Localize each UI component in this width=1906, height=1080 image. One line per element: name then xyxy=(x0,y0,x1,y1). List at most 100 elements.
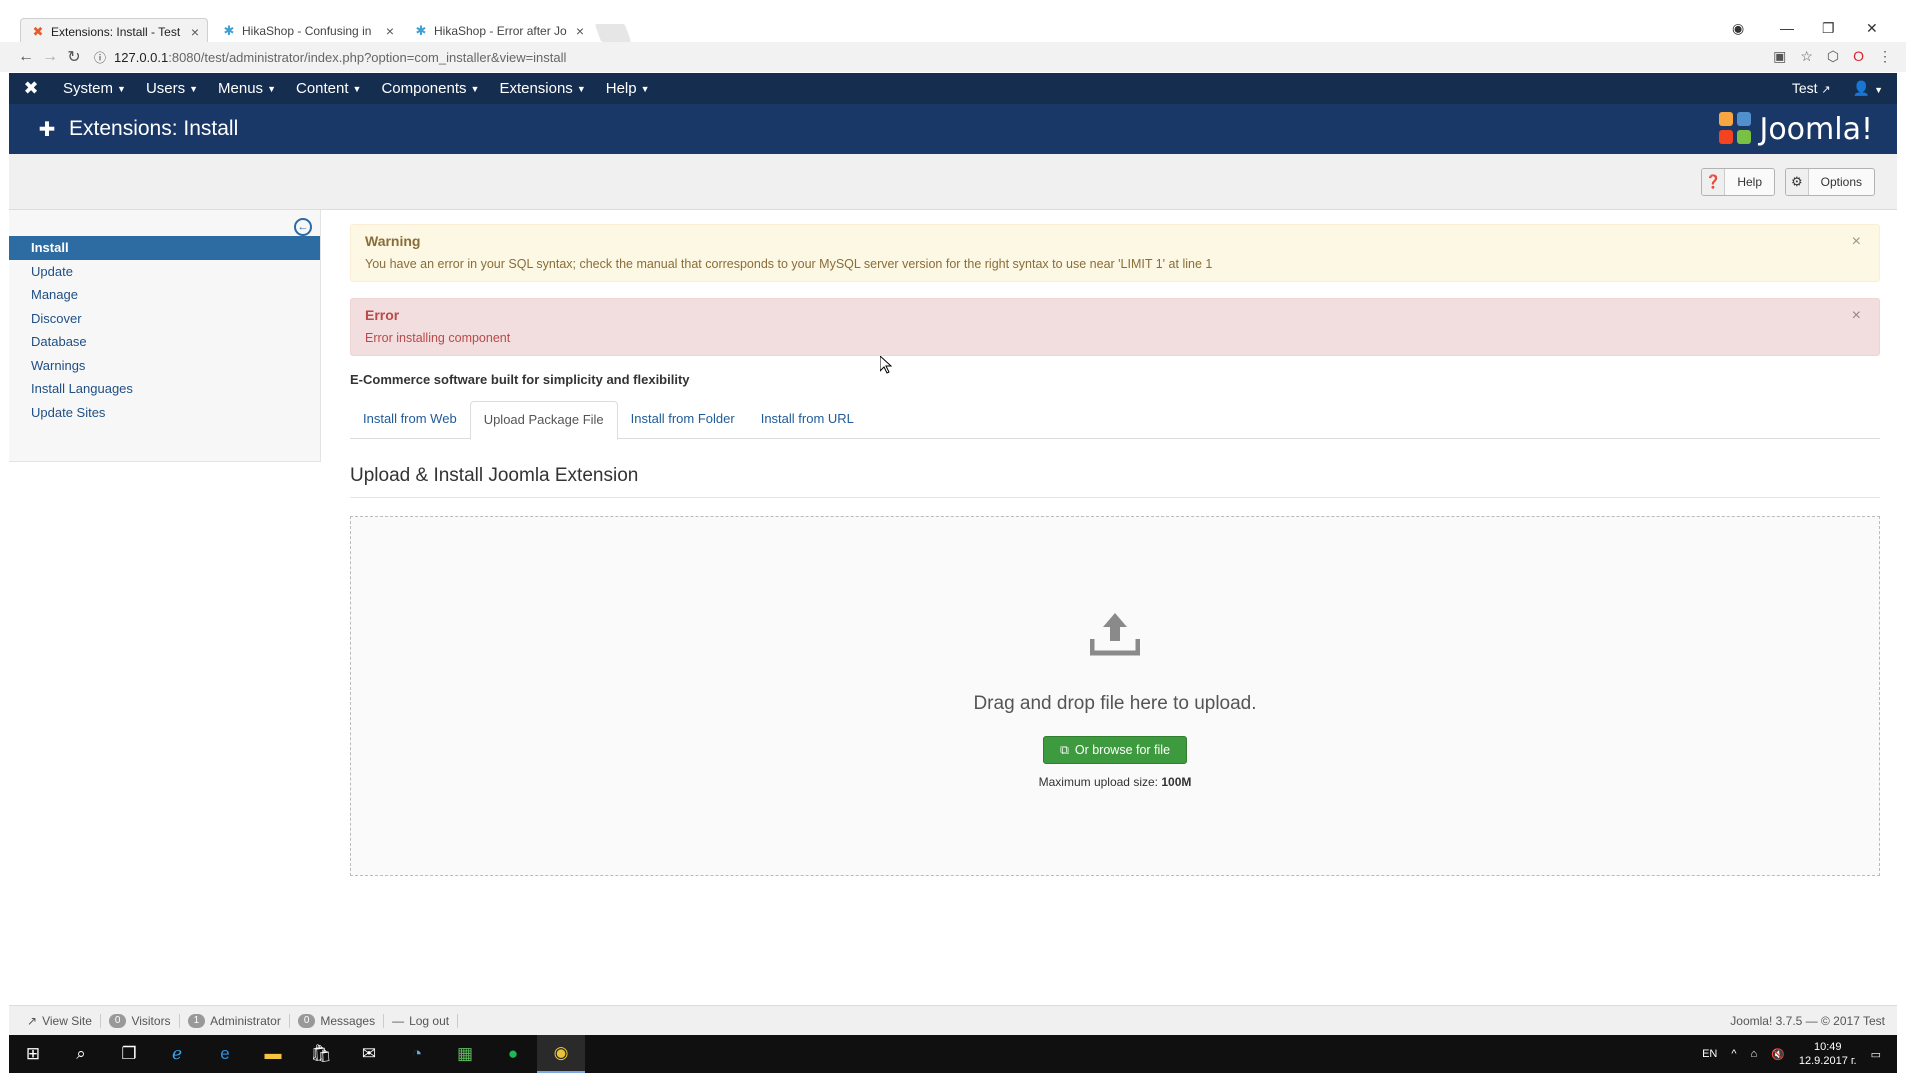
notifications-icon[interactable]: ▭ xyxy=(1871,1048,1881,1061)
language-indicator[interactable]: EN xyxy=(1702,1048,1717,1060)
menu-system[interactable]: System ▼ xyxy=(53,80,136,97)
browser-tab[interactable]: ✱ HikaShop - Error after Jo × xyxy=(404,18,592,44)
hikashop-icon: ✱ xyxy=(415,23,427,38)
install-tabs: Install from Web Upload Package File Ins… xyxy=(350,401,1880,440)
restore-icon[interactable]: ❐ xyxy=(1822,20,1835,37)
browser-tab-title: HikaShop - Confusing in xyxy=(242,24,372,38)
warning-text: You have an error in your SQL syntax; ch… xyxy=(365,257,1213,271)
extension-description: E-Commerce software built for simplicity… xyxy=(350,372,690,387)
back-icon[interactable]: ← xyxy=(14,48,38,66)
address-bar-icons: ▣ ☆ ⬡ O ⋮ xyxy=(1773,48,1892,65)
spotify-icon[interactable]: ● xyxy=(489,1035,537,1073)
window-close-icon[interactable]: ✕ xyxy=(1866,20,1878,37)
main-content: Warning You have an error in your SQL sy… xyxy=(350,224,1880,876)
tab-install-from-url[interactable]: Install from URL xyxy=(748,401,867,438)
search-icon[interactable]: ⌕ xyxy=(57,1035,105,1073)
reload-icon[interactable]: ↻ xyxy=(62,47,86,67)
mouse-cursor-icon xyxy=(880,356,892,374)
app-icon[interactable]: ◔ xyxy=(393,1035,441,1073)
admin-top-nav: ✖ System ▼ Users ▼ Menus ▼ Content ▼ Compone… xyxy=(9,73,1897,104)
star-icon[interactable]: ☆ xyxy=(1800,48,1813,65)
edge-icon[interactable]: e xyxy=(201,1035,249,1073)
close-icon[interactable]: × xyxy=(1852,233,1861,251)
minimize-icon[interactable]: — xyxy=(1780,20,1794,36)
extension-icon[interactable]: ⬡ xyxy=(1827,48,1839,65)
status-bar: ↗ View Site 0 Visitors 1 Administrator 0 Mes… xyxy=(9,1005,1897,1035)
menu-content[interactable]: Content ▼ xyxy=(286,80,371,97)
system-tray: EN ^ ⌂ 🔇 10:49 12.9.2017 г. ▭ xyxy=(1702,1040,1897,1068)
visitors-badge: 0 xyxy=(108,1013,127,1028)
view-site-link[interactable]: ↗ View Site xyxy=(19,1013,101,1028)
windows-start-icon[interactable]: ⊞ xyxy=(9,1035,57,1073)
chevron-up-icon[interactable]: ^ xyxy=(1731,1048,1736,1060)
browser-tabstrip: ✖ Extensions: Install - Test × ✱ HikaSho… xyxy=(0,0,1906,44)
menu-menus[interactable]: Menus ▼ xyxy=(208,80,286,97)
tab-install-from-web[interactable]: Install from Web xyxy=(350,401,470,438)
clock[interactable]: 10:49 12.9.2017 г. xyxy=(1799,1040,1857,1068)
user-menu[interactable]: 👤 ▼ xyxy=(1853,80,1883,97)
menu-components[interactable]: Components ▼ xyxy=(371,80,489,97)
user-icon: 👤 xyxy=(1852,80,1871,96)
sidebar-item-update-sites[interactable]: Update Sites xyxy=(9,401,320,425)
error-title: Error xyxy=(365,307,400,323)
task-view-icon[interactable]: ❐ xyxy=(105,1035,153,1073)
sidebar-item-update[interactable]: Update xyxy=(9,260,320,284)
sidebar-item-discover[interactable]: Discover xyxy=(9,307,320,331)
info-icon[interactable]: ⓘ xyxy=(94,49,106,66)
close-icon[interactable]: × xyxy=(1852,307,1861,325)
browser-tab-active[interactable]: ✖ Extensions: Install - Test × xyxy=(20,18,208,44)
browser-tab[interactable]: ✱ HikaShop - Confusing in × xyxy=(212,18,402,44)
sidebar-item-manage[interactable]: Manage xyxy=(9,283,320,307)
address-bar: ← → ↻ ⓘ 127.0.0.1:8080/test/administrato… xyxy=(0,42,1906,72)
translate-icon[interactable]: ▣ xyxy=(1773,48,1786,65)
messages-status[interactable]: 0 Messages xyxy=(290,1013,385,1028)
minus-icon: — xyxy=(392,1013,405,1028)
toolbar: ❓ Help ⚙ Options xyxy=(9,154,1897,210)
close-icon[interactable]: × xyxy=(386,23,394,39)
upload-dropzone[interactable]: Drag and drop file here to upload. ⧉ Or … xyxy=(350,516,1880,876)
max-upload-size: Maximum upload size: 100M xyxy=(1038,775,1192,789)
tab-upload-package-file[interactable]: Upload Package File xyxy=(469,401,618,440)
menu-users[interactable]: Users ▼ xyxy=(136,80,208,97)
internet-explorer-icon[interactable]: ℯ xyxy=(153,1035,201,1073)
close-icon[interactable]: × xyxy=(576,23,584,39)
joomla-icon[interactable]: ✖ xyxy=(9,78,53,99)
volume-muted-icon[interactable]: 🔇 xyxy=(1771,1048,1785,1061)
page-title: Extensions: Install xyxy=(69,117,239,140)
close-icon[interactable]: × xyxy=(191,24,199,40)
caret-down-icon: ▼ xyxy=(352,84,362,95)
menu-extensions[interactable]: Extensions ▼ xyxy=(489,80,595,97)
hikashop-icon: ✱ xyxy=(223,23,235,38)
chrome-icon[interactable]: ◉ xyxy=(537,1035,585,1073)
puzzle-icon: ✚ xyxy=(38,118,56,141)
tab-install-from-folder[interactable]: Install from Folder xyxy=(618,401,748,438)
max-upload-value: 100M xyxy=(1161,775,1192,789)
clock-time: 10:49 xyxy=(1813,1041,1842,1053)
opera-icon[interactable]: O xyxy=(1853,48,1864,65)
help-button[interactable]: ❓ Help xyxy=(1701,168,1775,196)
options-button[interactable]: ⚙ Options xyxy=(1785,168,1875,196)
messages-badge: 0 xyxy=(297,1013,316,1028)
sidebar-item-warnings[interactable]: Warnings xyxy=(9,354,320,378)
profile-icon[interactable]: ◉ xyxy=(1732,20,1744,37)
forward-icon[interactable]: → xyxy=(38,48,62,66)
file-explorer-icon[interactable]: ▬ xyxy=(249,1035,297,1073)
administrator-status[interactable]: 1 Administrator xyxy=(180,1013,290,1028)
new-tab-button[interactable] xyxy=(594,24,632,42)
url-field[interactable]: ⓘ 127.0.0.1:8080/test/administrator/inde… xyxy=(94,49,566,66)
collapse-sidebar-icon[interactable]: ← xyxy=(294,218,312,236)
mail-icon[interactable]: ✉ xyxy=(345,1035,393,1073)
browse-file-button[interactable]: ⧉ Or browse for file xyxy=(1043,736,1187,764)
sidebar-item-install[interactable]: Install xyxy=(9,236,320,260)
menu-help[interactable]: Help ▼ xyxy=(596,80,660,97)
chart-app-icon[interactable]: ▦ xyxy=(441,1035,489,1073)
visitors-status[interactable]: 0 Visitors xyxy=(101,1013,180,1028)
store-icon[interactable]: 🛍 xyxy=(297,1035,345,1073)
caret-down-icon: ▼ xyxy=(267,84,276,95)
sidebar-item-install-languages[interactable]: Install Languages xyxy=(9,377,320,401)
network-icon[interactable]: ⌂ xyxy=(1751,1048,1758,1060)
site-link[interactable]: Test ↗ xyxy=(1792,80,1831,97)
sidebar-item-database[interactable]: Database xyxy=(9,330,320,354)
menu-icon[interactable]: ⋮ xyxy=(1878,48,1892,65)
logout-link[interactable]: — Log out xyxy=(384,1013,459,1028)
